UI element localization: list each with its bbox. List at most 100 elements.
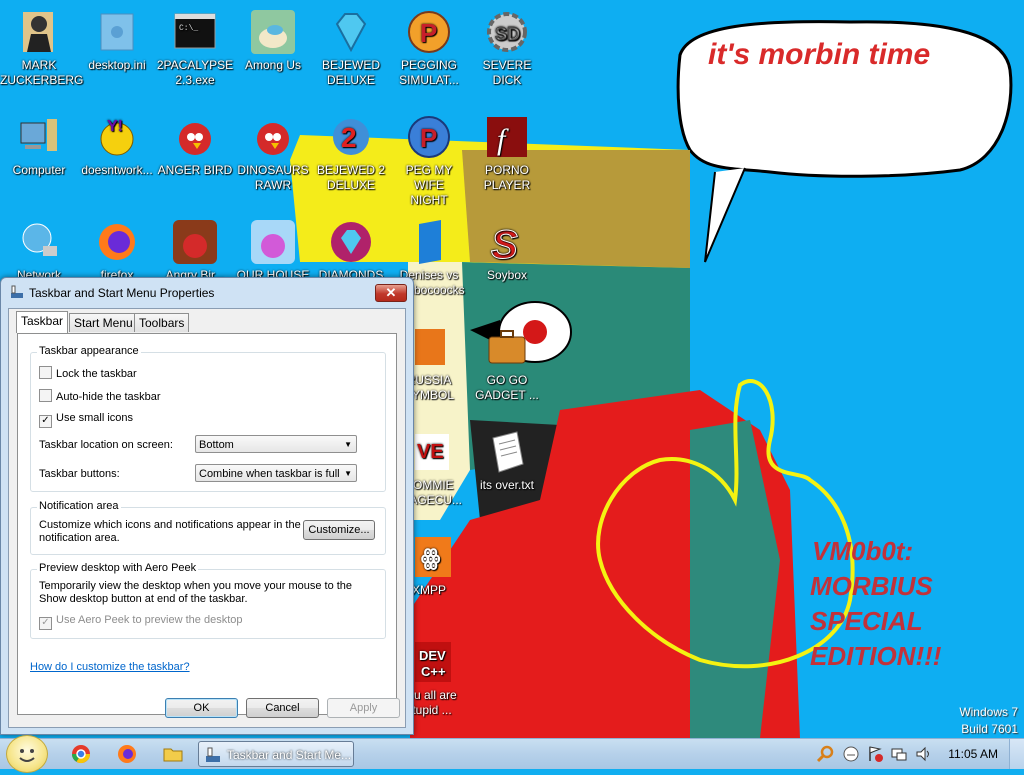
desktop-icon-soybox[interactable]: S Soybox xyxy=(468,218,546,283)
desktop-icon-angry-birds-seasons[interactable]: Angry Bir... xyxy=(156,218,234,283)
caption-line-3: SPECIAL xyxy=(810,606,923,636)
select-value: Combine when taskbar is full xyxy=(199,468,340,480)
desktop-icon-label: PEG MY WIFE NIGHT xyxy=(405,163,453,207)
buttons-label: Taskbar buttons: xyxy=(39,468,120,480)
desktop-icon-label: ANGER BIRD xyxy=(157,163,233,177)
firefox-icon xyxy=(99,224,135,260)
speech-bubble-text: it's morbin time xyxy=(708,38,930,71)
volume-icon[interactable] xyxy=(914,743,932,765)
taskbar-buttons-select[interactable]: Combine when taskbar is full ▼ xyxy=(195,464,357,482)
firefox-icon[interactable] xyxy=(116,743,138,765)
small-icons-checkbox[interactable]: ✓ Use small icons xyxy=(39,412,133,428)
desktop-icon-its-over[interactable]: its over.txt xyxy=(468,428,546,493)
tab-taskbar[interactable]: Taskbar xyxy=(16,311,69,333)
desktop-icon-label: Among Us xyxy=(244,58,302,72)
yahoo-icon: Y! xyxy=(100,118,134,156)
lock-taskbar-checkbox[interactable]: Lock the taskbar xyxy=(39,366,137,380)
checkbox-label: Use Aero Peek to preview the desktop xyxy=(56,614,243,626)
gem-2-icon: 2 xyxy=(333,119,369,155)
location-select[interactable]: Bottom ▼ xyxy=(195,435,357,453)
checkbox-label: Auto-hide the taskbar xyxy=(56,391,161,403)
desktop-icon-label: PORNO PLAYER xyxy=(483,163,531,192)
checkbox-box xyxy=(39,389,52,402)
desktop-icon-anger-bird[interactable]: ANGER BIRD xyxy=(156,113,234,178)
desktop-icon-label: 2PACALYPSE 2.3.exe xyxy=(156,58,234,87)
tab-toolbars[interactable]: Toolbars xyxy=(134,313,190,332)
desktop-icon-computer[interactable]: Computer xyxy=(0,113,78,178)
text-file-icon xyxy=(492,431,524,473)
group-title: Notification area xyxy=(37,500,121,512)
desktop-icon-severe-dick[interactable]: SD SEVERE DICK xyxy=(468,8,546,88)
group-aero-peek: Preview desktop with Aero Peek Temporari… xyxy=(30,562,386,639)
desktop-icon-go-go-gadget[interactable]: GO GO GADGET ... xyxy=(468,323,546,403)
checkbox-label: Use small icons xyxy=(56,412,134,424)
desktop-icon-label: GO GO GADGET ... xyxy=(475,373,539,402)
desktop-icon-label: Soybox xyxy=(486,268,528,282)
help-link[interactable]: How do I customize the taskbar? xyxy=(30,661,190,673)
desktop-icon-among-us[interactable]: Among Us xyxy=(234,8,312,73)
folder-icon[interactable] xyxy=(162,743,184,765)
svg-text:C:\_: C:\_ xyxy=(179,24,198,33)
notification-description: Customize which icons and notifications … xyxy=(39,519,301,544)
desktop-icon-porno-player[interactable]: f PORNO PLAYER xyxy=(468,113,546,193)
desktop-icon-2pacalypse[interactable]: C:\_ 2PACALYPSE 2.3.exe xyxy=(156,8,234,88)
select-value: Bottom xyxy=(199,439,234,451)
smiley-tray-icon[interactable] xyxy=(842,743,860,765)
briefcase-icon xyxy=(488,330,526,364)
desktop-icon-label: BEJEWED DELUXE xyxy=(321,58,380,87)
show-desktop-button[interactable] xyxy=(1009,739,1024,769)
desktop-icon-peg-my-wife[interactable]: P PEG MY WIFE NIGHT xyxy=(390,113,468,208)
desktop-icon-label: doesntwork... xyxy=(81,163,153,177)
caption-line-1: VM0b0t: xyxy=(812,536,913,566)
location-label: Taskbar location on screen: xyxy=(39,439,173,451)
desktop-icon-yahoo[interactable]: Y! doesntwork... xyxy=(78,113,156,178)
chrome-icon[interactable] xyxy=(70,743,92,765)
start-button[interactable] xyxy=(6,735,48,773)
desktop-icon-bejewed-2[interactable]: 2 BEJEWED 2 DELUXE xyxy=(312,113,390,193)
p-logo-icon: P xyxy=(408,11,450,53)
gem-icon xyxy=(331,222,371,262)
desktop-icon-our-house[interactable]: OUR HOUSE xyxy=(234,218,312,283)
svg-text:ꙮ: ꙮ xyxy=(421,545,441,570)
group-notification-area: Notification area Customize which icons … xyxy=(30,500,386,555)
checkmark-icon: ✓ xyxy=(39,617,52,630)
gem-icon xyxy=(335,13,367,53)
smiley-icon xyxy=(19,749,35,762)
aero-peek-checkbox[interactable]: ✓ Use Aero Peek to preview the desktop xyxy=(39,614,243,630)
gear-sd-icon: SD xyxy=(487,12,527,52)
network-icon xyxy=(22,223,57,256)
computer-icon xyxy=(20,119,57,151)
desktop-icon-pegging-simulator[interactable]: P PEGGING SIMULAT... xyxy=(390,8,468,88)
tab-start-menu[interactable]: Start Menu xyxy=(69,313,138,332)
desktop-icon-diamonds[interactable]: DIAMONDS xyxy=(312,218,390,283)
desktop-icon-network[interactable]: Network xyxy=(0,218,78,283)
taskbar-settings-icon xyxy=(11,285,23,298)
watermark-line-1: Windows 7 xyxy=(959,705,1018,719)
close-button[interactable]: ✕ xyxy=(375,284,407,302)
desktop-icon-firefox[interactable]: firefox xyxy=(78,218,156,283)
apply-button[interactable]: Apply xyxy=(327,698,400,718)
cancel-button[interactable]: Cancel xyxy=(246,698,319,718)
soybox-icon: S xyxy=(491,223,519,267)
desktop-icon-label: PEGGING SIMULAT... xyxy=(399,58,459,87)
taskbar-settings-icon xyxy=(206,747,220,762)
network-tray-icon[interactable] xyxy=(890,743,908,765)
auto-hide-checkbox[interactable]: Auto-hide the taskbar xyxy=(39,389,161,403)
clock[interactable]: 11:05 AM xyxy=(948,747,998,761)
bird-icon xyxy=(251,220,295,264)
desktop-icon-mark-zuckerberg[interactable]: MARK ZUCKERBERG xyxy=(0,8,83,88)
settings-file-icon xyxy=(100,13,134,51)
dialog-titlebar[interactable]: Taskbar and Start Menu Properties ✕ xyxy=(1,278,413,306)
svg-text:C++: C++ xyxy=(421,664,446,679)
desktop-icon-dinosaurs-rawr[interactable]: DINOSAURS RAWR xyxy=(234,113,312,193)
action-center-icon[interactable] xyxy=(866,743,884,765)
customize-button[interactable]: Customize... xyxy=(303,520,375,540)
checkbox-label: Lock the taskbar xyxy=(56,368,137,380)
desktop-icon-bejewed-deluxe[interactable]: BEJEWED DELUXE xyxy=(312,8,390,88)
taskbar-button-properties[interactable]: Taskbar and Start Me... xyxy=(198,741,354,767)
svg-text:VE: VE xyxy=(417,441,444,463)
taskbar-button-label: Taskbar and Start Me... xyxy=(227,748,352,762)
desktop-icon-desktop-ini[interactable]: desktop.ini xyxy=(78,8,156,73)
ok-button[interactable]: OK xyxy=(165,698,238,718)
magnifier-icon[interactable] xyxy=(816,743,834,765)
